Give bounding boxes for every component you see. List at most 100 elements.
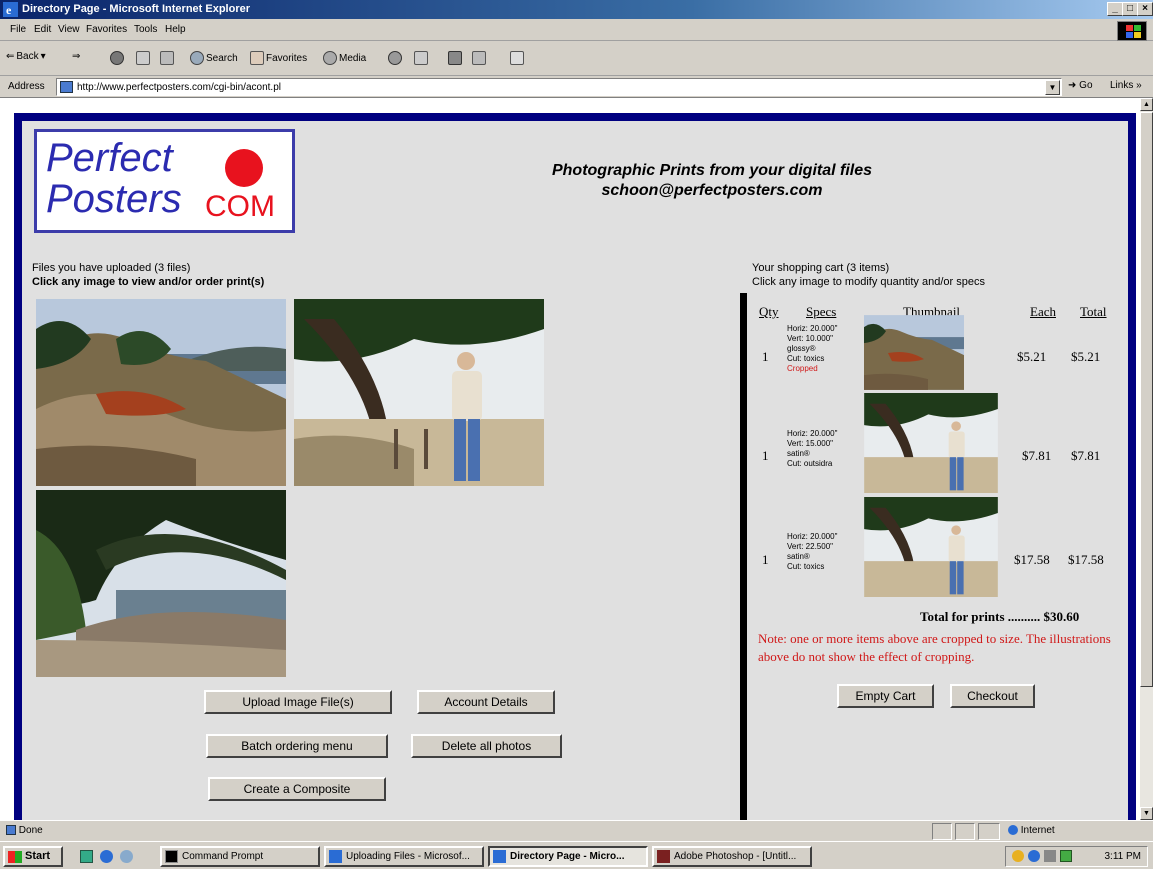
favorites-button[interactable]: Favorites bbox=[250, 51, 307, 65]
create-composite-button[interactable]: Create a Composite bbox=[208, 777, 386, 801]
windows-flag-icon bbox=[8, 851, 22, 863]
cart-item-3-thumbnail[interactable] bbox=[864, 497, 998, 597]
status-segment bbox=[978, 823, 1000, 840]
url-input[interactable] bbox=[77, 80, 1037, 94]
delete-all-photos-button[interactable]: Delete all photos bbox=[411, 734, 562, 758]
window-title: Directory Page - Microsoft Internet Expl… bbox=[22, 3, 250, 15]
task-directory-page[interactable]: Directory Page - Micro... bbox=[488, 846, 648, 867]
address-dropdown-button[interactable]: ▼ bbox=[1045, 80, 1060, 95]
uploaded-photo-man-tree[interactable] bbox=[294, 299, 544, 486]
batch-ordering-button[interactable]: Batch ordering menu bbox=[206, 734, 388, 758]
menu-view[interactable]: View bbox=[58, 24, 80, 35]
menu-file[interactable]: File bbox=[10, 24, 26, 35]
task-label: Command Prompt bbox=[182, 851, 264, 862]
menu-favorites[interactable]: Favorites bbox=[86, 24, 127, 35]
task-label: Directory Page - Micro... bbox=[510, 851, 625, 862]
search-label: Search bbox=[206, 52, 238, 64]
status-bar: Done Internet bbox=[0, 820, 1153, 841]
scroll-up-icon[interactable]: ▲ bbox=[1140, 98, 1153, 111]
taskbar-clock[interactable]: 3:11 PM bbox=[1105, 851, 1142, 862]
title-bar: e Directory Page - Microsoft Internet Ex… bbox=[0, 0, 1153, 19]
address-field[interactable] bbox=[56, 78, 1062, 96]
menu-bar: File Edit View Favorites Tools Help bbox=[0, 19, 1153, 41]
links-button[interactable]: Links » bbox=[1110, 80, 1142, 91]
cart-item-2-each: $7.81 bbox=[1022, 448, 1052, 463]
mail-icon bbox=[414, 51, 428, 65]
cart-header-qty: Qty bbox=[759, 304, 779, 319]
go-button[interactable]: ➜ Go bbox=[1068, 80, 1093, 91]
cart-header-specs: Specs bbox=[806, 304, 837, 319]
account-details-button[interactable]: Account Details bbox=[417, 690, 555, 714]
logo-line1: Perfect bbox=[46, 136, 173, 180]
uploaded-photo-coast[interactable] bbox=[36, 299, 286, 486]
menu-help[interactable]: Help bbox=[165, 24, 186, 35]
scroll-down-icon[interactable]: ▼ bbox=[1140, 807, 1153, 820]
spec-vert: Vert: 15.000" bbox=[787, 439, 833, 448]
taskbar: Start Command Prompt Uploading Files - M… bbox=[0, 841, 1153, 869]
maximize-button[interactable]: □ bbox=[1122, 2, 1138, 16]
cart-total: Total for prints .......... $30.60 bbox=[920, 609, 1080, 624]
task-uploading-files[interactable]: Uploading Files - Microsof... bbox=[324, 846, 484, 867]
discuss-button[interactable] bbox=[510, 51, 524, 65]
refresh-button[interactable] bbox=[136, 51, 150, 65]
uploaded-photo-cypress[interactable] bbox=[36, 490, 286, 677]
refresh-icon bbox=[136, 51, 150, 65]
favorites-icon bbox=[250, 51, 264, 65]
upload-image-button[interactable]: Upload Image File(s) bbox=[204, 690, 392, 714]
cart-header-each: Each bbox=[1030, 304, 1056, 319]
discuss-icon bbox=[510, 51, 524, 65]
uploaded-files-title: Files you have uploaded (3 files) bbox=[32, 262, 191, 274]
minimize-button[interactable]: _ bbox=[1107, 2, 1123, 16]
address-bar: Address bbox=[0, 76, 1153, 98]
history-icon bbox=[388, 51, 402, 65]
photoshop-icon bbox=[657, 850, 670, 863]
status-label: Done bbox=[18, 825, 43, 836]
cart-item-3-specs: Horiz: 20.000" Vert: 22.500" satin® Cut:… bbox=[787, 532, 837, 572]
cart-item-2-thumbnail[interactable] bbox=[864, 393, 998, 493]
media-icon bbox=[323, 51, 337, 65]
spec-horiz: Horiz: 20.000" bbox=[787, 429, 838, 438]
scroll-thumb[interactable] bbox=[1140, 112, 1153, 687]
forward-button[interactable]: ⇒ bbox=[72, 51, 80, 62]
tray-network-icon[interactable] bbox=[1012, 850, 1024, 862]
quick-launch-desktop-icon[interactable] bbox=[80, 850, 93, 863]
task-photoshop[interactable]: Adobe Photoshop - [Untitl... bbox=[652, 846, 812, 867]
history-button[interactable] bbox=[388, 51, 402, 65]
spec-cut: Cut: toxics bbox=[787, 354, 825, 363]
tray-app-icon[interactable] bbox=[1060, 850, 1072, 862]
search-button[interactable]: Search bbox=[190, 51, 238, 65]
checkout-button[interactable]: Checkout bbox=[950, 684, 1035, 708]
menu-edit[interactable]: Edit bbox=[34, 24, 51, 35]
task-command-prompt[interactable]: Command Prompt bbox=[160, 846, 320, 867]
vertical-scrollbar[interactable]: ▲ ▼ bbox=[1140, 98, 1153, 820]
edit-button[interactable] bbox=[472, 51, 486, 65]
tray-volume-icon[interactable] bbox=[1044, 850, 1056, 862]
back-button[interactable]: ⇐ Back ▾ bbox=[6, 51, 46, 62]
mail-button[interactable] bbox=[414, 51, 428, 65]
cart-item-3-each: $17.58 bbox=[1014, 552, 1050, 567]
cart-item-1-specs: Horiz: 20.000" Vert: 10.000" glossy® Cut… bbox=[787, 324, 837, 374]
close-button[interactable]: × bbox=[1137, 2, 1153, 16]
quick-launch-outlook-icon[interactable] bbox=[120, 850, 133, 863]
media-button[interactable]: Media bbox=[323, 51, 366, 65]
perfect-posters-logo[interactable]: Perfect Posters COM bbox=[34, 129, 295, 233]
home-button[interactable] bbox=[160, 51, 174, 65]
start-button[interactable]: Start bbox=[3, 846, 63, 867]
contact-email[interactable]: schoon@perfectposters.com bbox=[442, 181, 982, 201]
cart-hint: Click any image to modify quantity and/o… bbox=[752, 276, 985, 288]
cart-item-1-thumbnail[interactable] bbox=[864, 315, 964, 390]
menu-tools[interactable]: Tools bbox=[134, 24, 157, 35]
spec-horiz: Horiz: 20.000" bbox=[787, 532, 838, 541]
quick-launch-ie-icon[interactable] bbox=[100, 850, 113, 863]
favorites-label: Favorites bbox=[266, 52, 308, 64]
spec-vert: Vert: 22.500" bbox=[787, 542, 833, 551]
stop-button[interactable] bbox=[110, 51, 124, 65]
tray-globe-icon[interactable] bbox=[1028, 850, 1040, 862]
home-icon bbox=[160, 51, 174, 65]
print-button[interactable] bbox=[448, 51, 462, 65]
cart-item-1-qty: 1 bbox=[762, 349, 769, 364]
empty-cart-button[interactable]: Empty Cart bbox=[837, 684, 934, 708]
chevron-down-icon: ▼ bbox=[1048, 83, 1057, 92]
spec-finish: glossy® bbox=[787, 344, 816, 353]
spec-finish: satin® bbox=[787, 552, 810, 561]
